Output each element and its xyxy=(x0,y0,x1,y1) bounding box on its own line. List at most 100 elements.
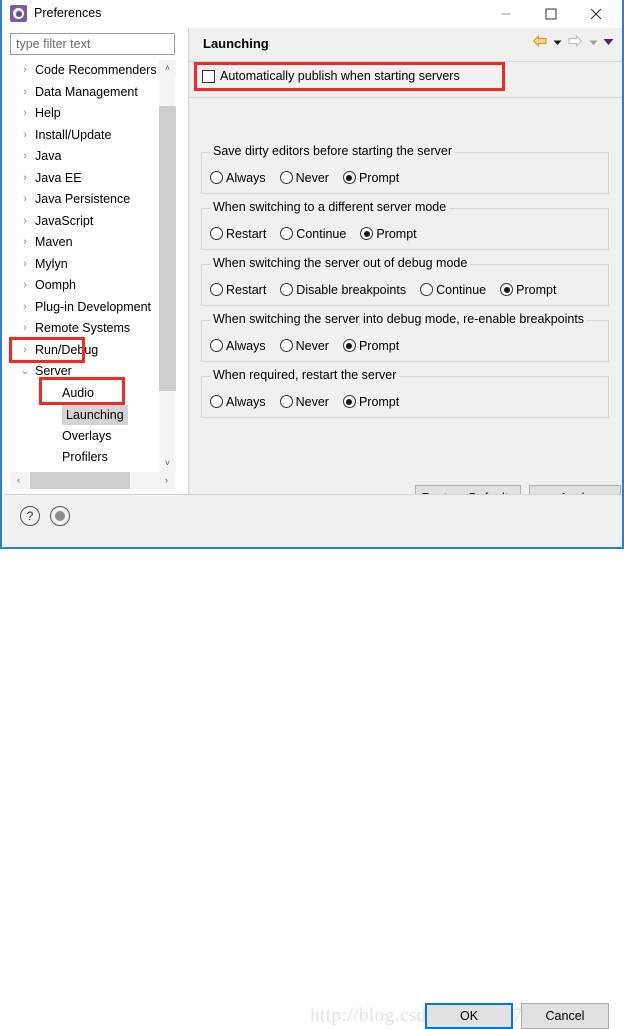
view-menu-icon[interactable] xyxy=(603,36,614,50)
radio-label: Always xyxy=(226,339,266,353)
radio-label: Prompt xyxy=(516,283,557,297)
radio-label: Restart xyxy=(226,283,267,297)
radio-always[interactable]: Always xyxy=(210,171,266,185)
chevron-right-icon[interactable]: › xyxy=(19,60,31,82)
radio-label: Prompt xyxy=(358,339,400,353)
minimize-button[interactable] xyxy=(483,0,528,28)
radio-always[interactable]: Always xyxy=(210,339,266,353)
chevron-right-icon[interactable]: › xyxy=(19,103,31,125)
tree-item-java[interactable]: › Java xyxy=(10,146,160,168)
radio-label: Prompt xyxy=(376,227,417,241)
radio-never[interactable]: Never xyxy=(279,395,329,409)
tree-item-code-recommenders[interactable]: › Code Recommenders xyxy=(10,60,160,82)
radio-never[interactable]: Never xyxy=(279,171,329,185)
radio-never[interactable]: Never xyxy=(279,339,329,353)
radio-prompt[interactable]: Prompt xyxy=(500,283,556,297)
chevron-right-icon[interactable]: › xyxy=(19,146,31,168)
tree-item-oomph[interactable]: › Oomph xyxy=(10,275,160,297)
chevron-right-icon[interactable]: › xyxy=(19,340,31,362)
radio-dot-icon xyxy=(280,283,294,296)
radio-restart[interactable]: Restart xyxy=(210,227,266,241)
radio-prompt[interactable]: Prompt xyxy=(342,339,400,353)
tree-hscroll-thumb[interactable] xyxy=(30,472,130,489)
close-button[interactable] xyxy=(573,0,618,28)
tree-item-maven[interactable]: › Maven xyxy=(10,232,160,254)
chevron-right-icon[interactable]: › xyxy=(19,189,31,211)
filter-input[interactable] xyxy=(10,33,175,55)
radio-prompt[interactable]: Prompt xyxy=(342,395,400,409)
apply-and-close-icon[interactable] xyxy=(50,506,70,526)
radio-prompt[interactable]: Prompt xyxy=(360,227,417,241)
title-bar: Preferences xyxy=(2,0,622,29)
radio-label: Always xyxy=(226,395,266,409)
scroll-left-icon[interactable]: ‹ xyxy=(10,472,27,489)
radio-continue[interactable]: Continue xyxy=(420,283,486,297)
tree-vertical-scrollbar[interactable]: ˄ ˅ xyxy=(158,60,176,472)
group-into-debug-mode: When switching the server into debug mod… xyxy=(201,312,609,362)
tree-item-label: JavaScript xyxy=(35,213,94,228)
tree-item-label: Java EE xyxy=(35,170,82,185)
group-legend: Save dirty editors before starting the s… xyxy=(210,144,456,158)
tree-item-launching[interactable]: Launching xyxy=(10,404,160,426)
tree-item-server[interactable]: ⌄ Server xyxy=(10,361,160,383)
radio-label: Continue xyxy=(436,283,487,297)
tree-item-java-ee[interactable]: › Java EE xyxy=(10,168,160,190)
chevron-right-icon[interactable]: › xyxy=(19,211,31,233)
maximize-button[interactable] xyxy=(528,0,573,28)
group-legend: When switching the server into debug mod… xyxy=(210,312,588,326)
radio-prompt[interactable]: Prompt xyxy=(342,171,399,185)
chevron-right-icon[interactable]: › xyxy=(19,297,31,319)
tree-item-audio[interactable]: Audio xyxy=(10,383,160,405)
chevron-right-icon[interactable]: › xyxy=(19,275,31,297)
tree-item-overlays[interactable]: Overlays xyxy=(10,426,160,448)
radio-dot-icon xyxy=(342,339,356,352)
cancel-button[interactable]: Cancel xyxy=(521,1003,609,1029)
tree-item-mylyn[interactable]: › Mylyn xyxy=(10,254,160,276)
tree-item-remote-systems[interactable]: › Remote Systems xyxy=(10,318,160,340)
chevron-right-icon[interactable]: › xyxy=(19,168,31,190)
auto-publish-separator xyxy=(189,97,622,98)
tree-item-run-debug[interactable]: › Run/Debug xyxy=(10,340,160,362)
tree-item-label: Oomph xyxy=(35,278,76,292)
tree-item-java-persistence[interactable]: › Java Persistence xyxy=(10,189,160,211)
chevron-right-icon[interactable]: › xyxy=(19,254,31,276)
tree-vscroll-thumb[interactable] xyxy=(159,106,176,391)
chevron-down-icon[interactable]: ⌄ xyxy=(19,361,31,383)
radio-continue[interactable]: Continue xyxy=(280,227,346,241)
radio-always[interactable]: Always xyxy=(210,395,266,409)
group-server-mode-switch: When switching to a different server mod… xyxy=(201,200,609,250)
preference-tree[interactable]: › Code Recommenders › Data Management › Help ›… xyxy=(10,60,175,472)
minimize-icon xyxy=(501,13,510,15)
radio-label: Continue xyxy=(296,227,347,241)
radio-label: Restart xyxy=(226,227,267,241)
tree-item-help[interactable]: › Help xyxy=(10,103,160,125)
radio-group: Always Never Prompt xyxy=(210,395,413,409)
chevron-right-icon[interactable]: › xyxy=(19,125,31,147)
scroll-right-icon[interactable]: › xyxy=(158,472,175,489)
tree-item-data-management[interactable]: › Data Management xyxy=(10,82,160,104)
forward-dropdown-icon xyxy=(589,36,598,50)
radio-disable-breakpoints[interactable]: Disable breakpoints xyxy=(280,283,406,297)
scroll-down-icon[interactable]: ˅ xyxy=(159,455,176,472)
tree-item-install-update[interactable]: › Install/Update xyxy=(10,125,160,147)
tree-item-javascript[interactable]: › JavaScript xyxy=(10,211,160,233)
back-dropdown-icon[interactable] xyxy=(553,36,562,50)
group-legend: When switching the server out of debug m… xyxy=(210,256,471,270)
radio-label: Never xyxy=(295,395,329,409)
radio-dot-icon xyxy=(279,339,293,352)
help-icon[interactable]: ? xyxy=(20,506,40,526)
radio-label: Prompt xyxy=(358,395,400,409)
chevron-right-icon[interactable]: › xyxy=(19,232,31,254)
scroll-up-icon[interactable]: ˄ xyxy=(159,60,176,77)
ok-button[interactable]: OK xyxy=(425,1003,513,1029)
auto-publish-checkbox[interactable] xyxy=(202,70,215,83)
tree-horizontal-scrollbar[interactable]: ‹ › xyxy=(10,472,175,489)
radio-restart[interactable]: Restart xyxy=(210,283,266,297)
tree-item-plug-in-development[interactable]: › Plug-in Development xyxy=(10,297,160,319)
back-arrow-icon[interactable] xyxy=(532,34,548,51)
chevron-right-icon[interactable]: › xyxy=(19,318,31,340)
chevron-right-icon[interactable]: › xyxy=(19,82,31,104)
radio-group: Restart Continue Prompt xyxy=(210,227,431,241)
tree-item-label: Java xyxy=(35,149,62,163)
tree-item-profilers[interactable]: Profilers xyxy=(10,447,160,469)
